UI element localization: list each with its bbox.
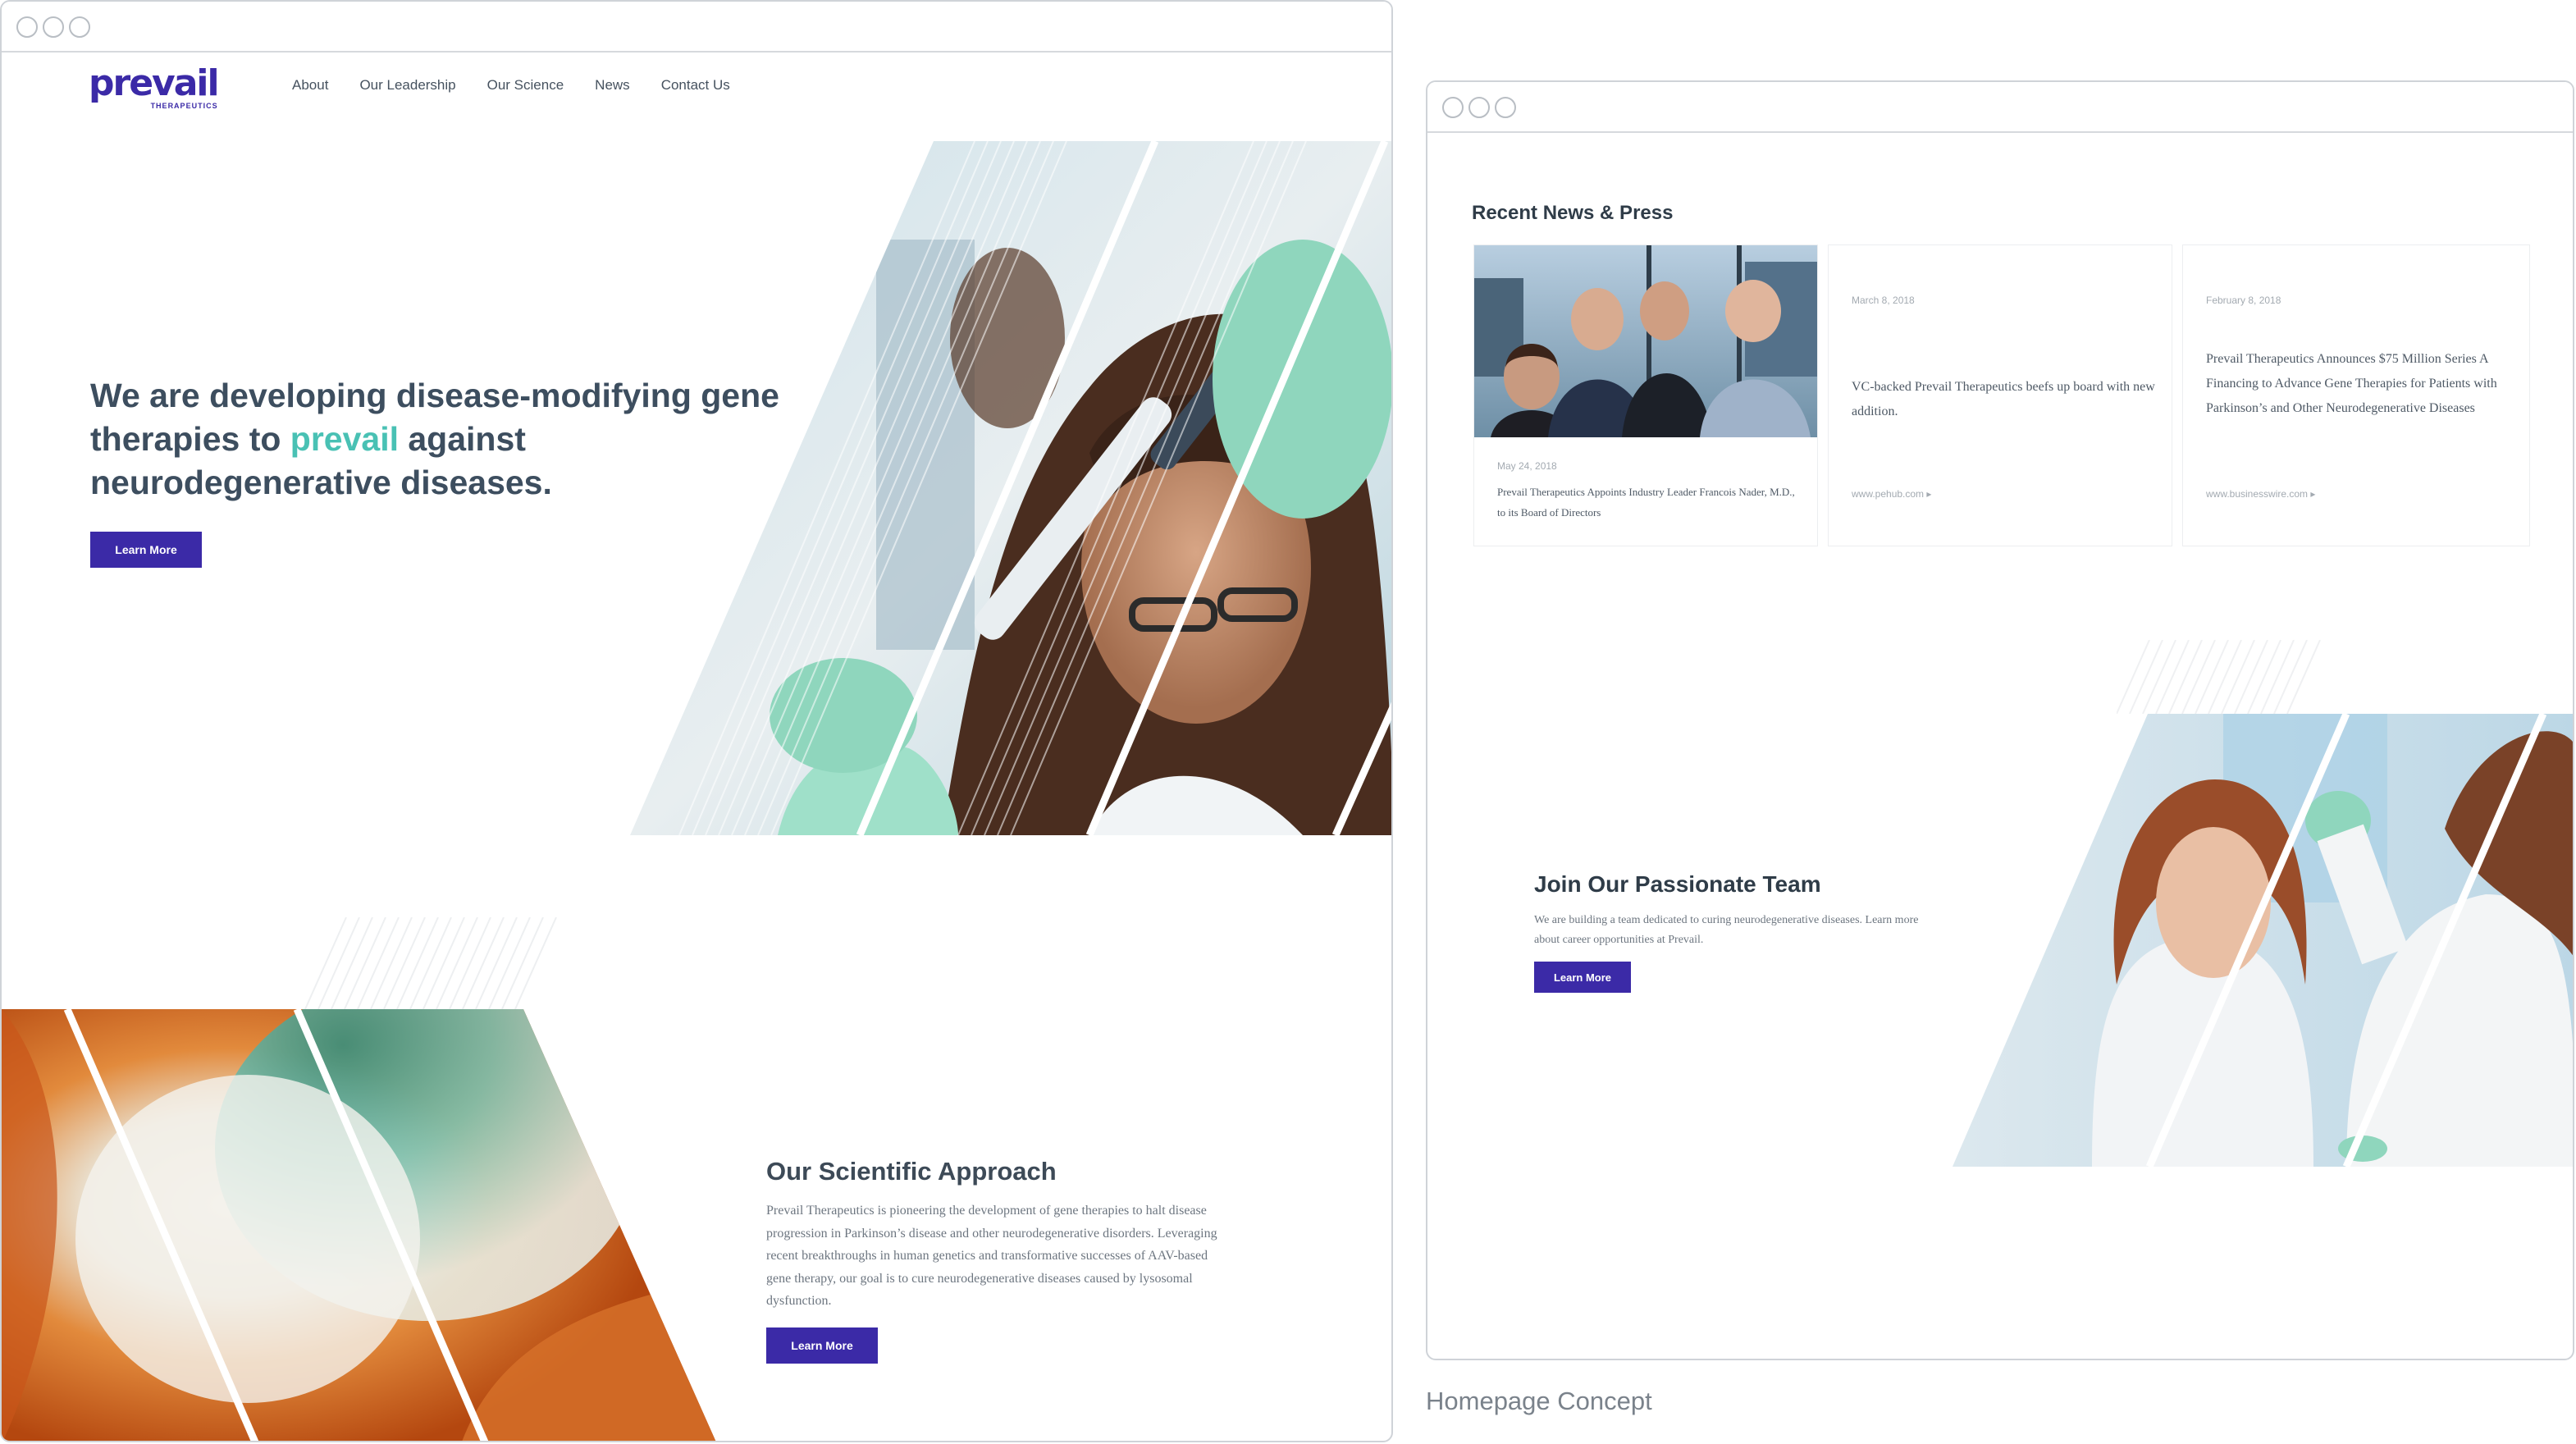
news-card-source-link[interactable]: www.pehub.com ▸ [1852,488,1931,500]
careers-section-title: Join Our Passionate Team [1534,871,1821,897]
news-card-headline[interactable]: VC-backed Prevail Therapeutics beefs up … [1852,375,2155,424]
news-card-headline[interactable]: Prevail Therapeutics Announces $75 Milli… [2206,347,2510,421]
news-card-date: February 8, 2018 [2206,295,2281,306]
homepage-concept-caption: Homepage Concept [1426,1387,1652,1415]
careers-team-image [1953,714,2573,1167]
hero-headline: We are developing disease-modifying gene… [90,374,796,505]
news-section-title: Recent News & Press [1472,202,1674,224]
news-card-photo [1474,245,1817,437]
science-section-title: Our Scientific Approach [766,1157,1057,1186]
news-card[interactable]: February 8, 2018 Prevail Therapeutics An… [2182,244,2530,546]
main-nav: About Our Leadership Our Science News Co… [292,77,730,94]
homepage-window-lower: Recent News & Press May 24, 2018 Prevail… [1426,80,2574,1360]
hero-learn-more-button[interactable]: Learn More [90,532,202,568]
news-card-date: March 8, 2018 [1852,295,1915,306]
nav-about[interactable]: About [292,77,328,94]
news-card-headline[interactable]: Prevail Therapeutics Appoints Industry L… [1497,482,1801,523]
window-minimize-dot[interactable] [1468,97,1490,118]
logo-wordmark: prevail [89,62,220,104]
decorative-stripes [2117,640,2338,714]
window-zoom-dot[interactable] [69,16,90,38]
news-card[interactable]: May 24, 2018 Prevail Therapeutics Appoin… [1473,244,1818,546]
homepage-window: prevail THERAPEUTICS About Our Leadershi… [0,0,1393,1442]
nav-contact-us[interactable]: Contact Us [661,77,730,94]
news-card-source-link[interactable]: www.businesswire.com ▸ [2206,488,2315,500]
logo-subtitle: THERAPEUTICS [150,102,218,110]
nav-our-science[interactable]: Our Science [487,77,564,94]
careers-learn-more-button[interactable]: Learn More [1534,962,1631,993]
news-card[interactable]: March 8, 2018 VC-backed Prevail Therapeu… [1828,244,2172,546]
careers-section-body: We are building a team dedicated to curi… [1534,914,1919,946]
window-zoom-dot[interactable] [1495,97,1516,118]
prevail-logo[interactable]: prevail THERAPEUTICS [89,62,220,111]
window-titlebar [1427,82,2573,133]
news-card-date: May 24, 2018 [1497,460,1557,472]
window-titlebar [2,2,1391,53]
window-close-dot[interactable] [16,16,38,38]
science-microscopy-image [2,1009,717,1441]
decorative-stripes [297,917,568,1009]
nav-news[interactable]: News [595,77,630,94]
science-learn-more-button[interactable]: Learn More [766,1327,878,1364]
window-minimize-dot[interactable] [43,16,64,38]
window-close-dot[interactable] [1442,97,1464,118]
hero-headline-accent: prevail [290,420,399,458]
nav-our-leadership[interactable]: Our Leadership [359,77,455,94]
science-section-body: Prevail Therapeutics is pioneering the d… [766,1204,1217,1308]
